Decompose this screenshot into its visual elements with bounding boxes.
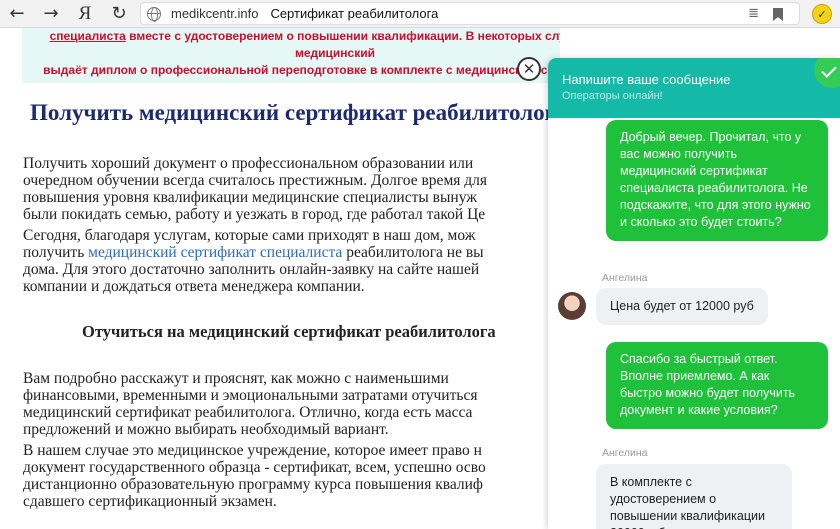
chat-subtitle: Операторы онлайн! <box>562 90 663 102</box>
text-line: документ государственного образца - серт… <box>23 459 486 476</box>
address-bar[interactable]: medikcentr.info Сертификат реабилитолога… <box>140 2 800 25</box>
text-line: были покидать семью, работу и уезжать в … <box>23 206 486 223</box>
text-line: предложений и можно выбирать необходимый… <box>23 421 389 438</box>
text-line: дистанционно образовательную программу к… <box>23 476 483 493</box>
user-message: Спасибо за быстрый ответ. Вполне приемле… <box>606 342 828 429</box>
address-domain: medikcentr.info <box>171 6 259 21</box>
page-title: Получить медицинский сертификат реабилит… <box>30 100 560 125</box>
text-line: компании и дождаться ответа менеджера ко… <box>23 278 365 295</box>
text-line-with-link: получить медицинский сертификат специали… <box>23 244 560 261</box>
user-message: Добрый вечер. Прочитал, что у вас можно … <box>606 120 828 241</box>
forward-button[interactable]: → <box>34 0 68 28</box>
notice-line-2: выдаёт диплом о профессиональной перепод… <box>43 63 560 77</box>
reader-mode-icon[interactable]: ≣ <box>748 6 759 21</box>
chat-close-button[interactable]: ✕ <box>517 57 541 81</box>
chat-header[interactable]: Напишите ваше сообщение Операторы онлайн… <box>548 58 840 118</box>
section-heading: Отучиться на медицинский сертификат реаб… <box>82 322 496 341</box>
text-fragment: реабилитолога не вы <box>342 244 484 261</box>
globe-icon <box>147 6 161 22</box>
text-line: В нашем случае это медицинское учреждени… <box>23 442 482 459</box>
paragraph-1: Получить хороший документ о профессионал… <box>23 155 560 223</box>
chat-widget: Напишите ваше сообщение Операторы онлайн… <box>548 58 840 529</box>
sender-name: Ангелина <box>602 272 648 284</box>
page-tab-title: Сертификат реабилитолога <box>270 6 439 21</box>
certificate-link[interactable]: медицинский сертификат специалиста <box>88 244 342 261</box>
sender-name: Ангелина <box>602 447 648 459</box>
text-line: дома. Для этого достаточно заполнить онл… <box>23 261 480 278</box>
text-line: Вам подробно расскажут и прояснят, как м… <box>23 370 449 387</box>
text-line: финансовыми, временными и эмоциональными… <box>23 387 478 404</box>
operator-message: В комплекте с удостоверением о повышении… <box>596 464 792 529</box>
text-line: медицинский сертификат реабилитолога. От… <box>23 404 473 421</box>
yandex-logo-button[interactable]: Я <box>68 0 102 28</box>
text-line: повышения уровня квалификации медицински… <box>23 189 477 206</box>
text-line: Получить хороший документ о профессионал… <box>23 155 474 172</box>
chat-title: Напишите ваше сообщение <box>562 72 731 87</box>
paragraph-3: Вам подробно расскажут и прояснят, как м… <box>23 370 560 438</box>
paragraph-4: В нашем случае это медицинское учреждени… <box>23 442 560 510</box>
notice-line-1-text: вместе с удостоверением о повышении квал… <box>129 29 560 60</box>
extension-icon[interactable]: ✓ <box>812 4 832 24</box>
text-fragment: получить <box>23 244 89 261</box>
notice-link[interactable]: специалиста <box>50 29 126 43</box>
online-check-icon <box>814 58 840 88</box>
text-line: сдавшего сертификационный экзамен. <box>23 493 277 510</box>
page-content: специалиста вместе с удостоверением о по… <box>0 28 560 529</box>
text-line: очередном обучении всегда считалось прес… <box>23 172 488 189</box>
reload-button[interactable]: ↻ <box>102 0 136 28</box>
bookmark-icon[interactable] <box>773 8 783 21</box>
operator-avatar <box>558 292 586 320</box>
browser-toolbar: ← → Я ↻ medikcentr.info Сертификат реаби… <box>0 0 840 28</box>
back-button[interactable]: ← <box>0 0 34 28</box>
paragraph-2: Сегодня, благодаря услугам, которые сами… <box>23 227 560 295</box>
text-line: Сегодня, благодаря услугам, которые сами… <box>23 227 476 244</box>
notice-line-1: специалиста вместе с удостоверением о по… <box>28 28 560 62</box>
notice-box: специалиста вместе с удостоверением о по… <box>22 28 560 83</box>
operator-message: Цена будет от 12000 руб <box>596 288 768 325</box>
